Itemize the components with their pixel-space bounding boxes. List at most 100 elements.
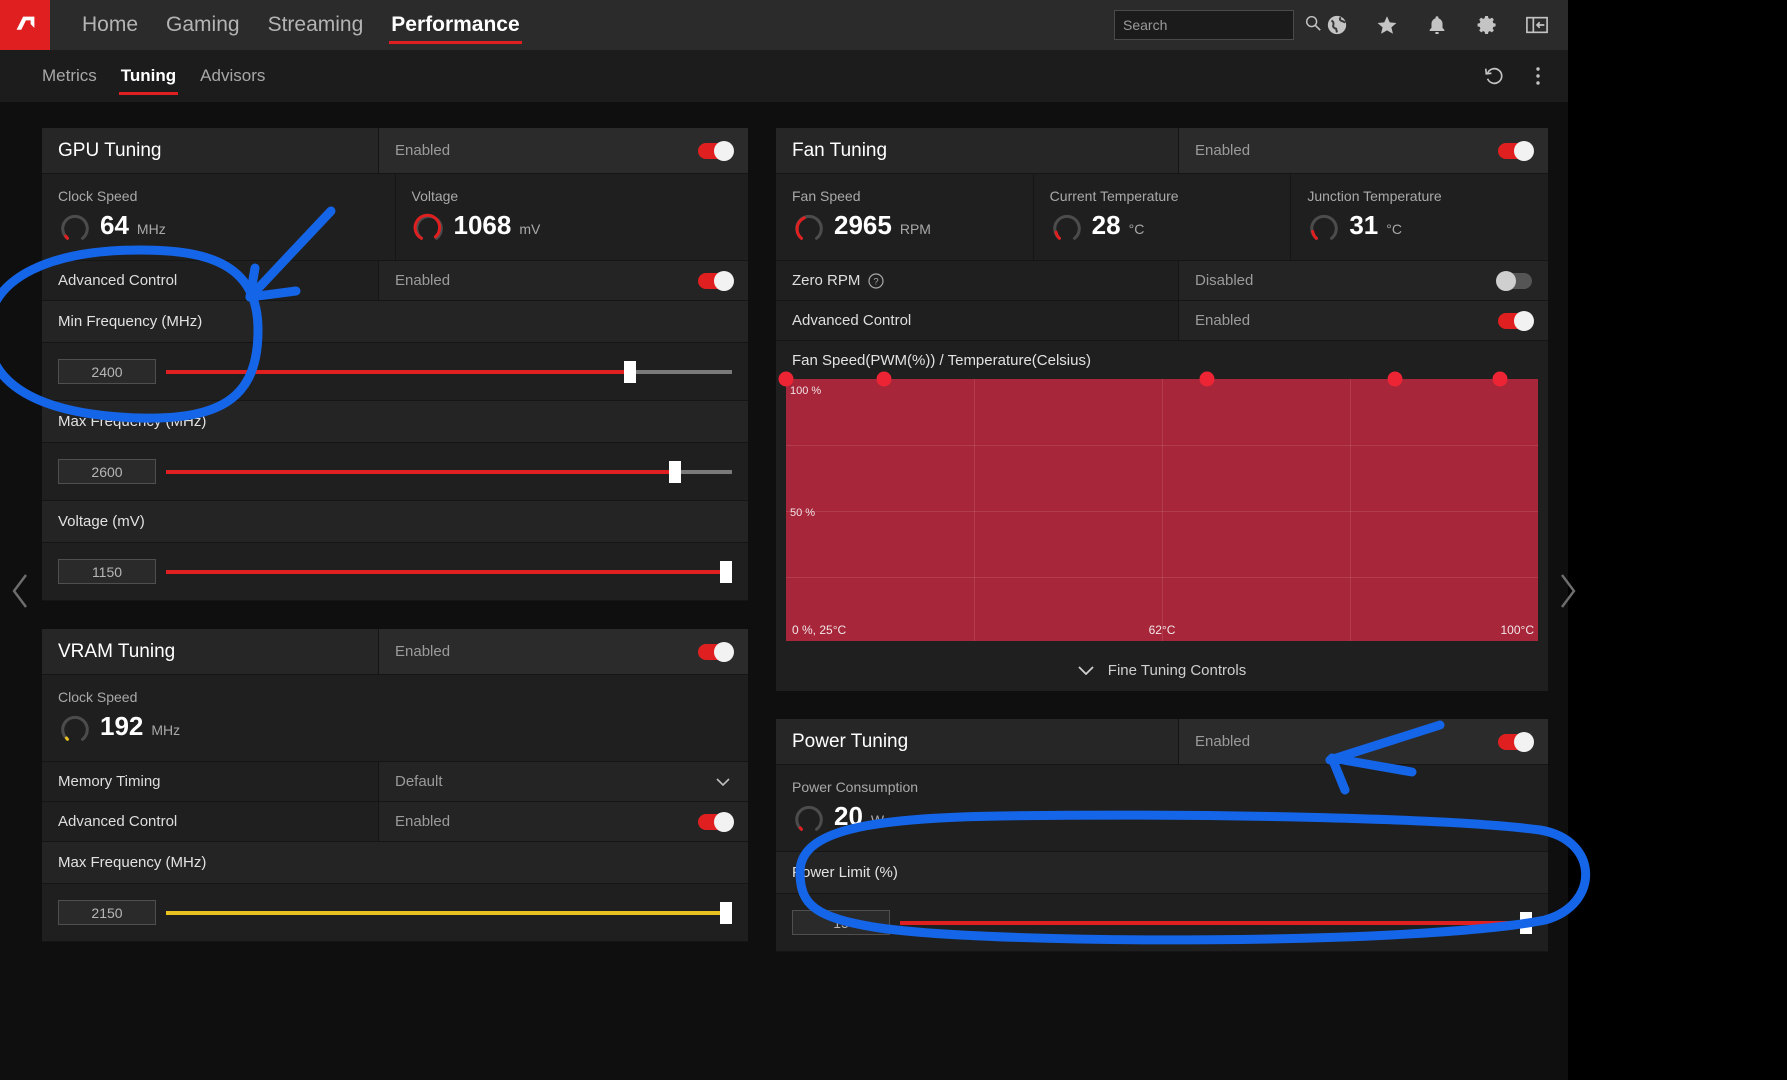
- gpu-max-frequency-track[interactable]: [166, 460, 732, 483]
- fan-advanced-control-label: Advanced Control: [792, 312, 912, 329]
- chart-ytick-50: 50 %: [790, 507, 816, 519]
- vram-clock-speed-metric: Clock Speed 192 MHz: [42, 675, 748, 761]
- gear-icon[interactable]: [1462, 0, 1512, 50]
- bell-icon[interactable]: [1412, 0, 1462, 50]
- junction-temperature-gauge-icon: [1310, 214, 1339, 240]
- top-navigation-bar: Home Gaming Streaming Performance: [0, 0, 1568, 50]
- current-temperature-unit: °C: [1128, 221, 1145, 237]
- gpu-advanced-control-label: Advanced Control: [58, 272, 178, 289]
- toggle-knob: [1514, 310, 1534, 331]
- globe-icon[interactable]: [1312, 0, 1362, 50]
- fan-curve-chart-title: Fan Speed(PWM(%)) / Temperature(Celsius): [776, 341, 1548, 379]
- tab-tuning[interactable]: Tuning: [109, 50, 188, 102]
- secondary-nav-bar: Metrics Tuning Advisors: [0, 50, 1568, 102]
- fan-tuning-status-label: Enabled: [1195, 142, 1251, 159]
- fan-tuning-toggle[interactable]: [1498, 140, 1534, 161]
- kebab-menu-icon[interactable]: [1516, 50, 1560, 102]
- fine-tuning-controls-button[interactable]: Fine Tuning Controls: [776, 649, 1548, 691]
- gpu-clock-speed-metric: Clock Speed 64 MHz: [42, 174, 396, 260]
- undo-reset-icon[interactable]: [1472, 50, 1516, 102]
- vram-max-frequency-handle[interactable]: [720, 901, 733, 924]
- junction-temperature-caption: Junction Temperature: [1307, 188, 1442, 204]
- fan-curve-point[interactable]: [876, 371, 892, 387]
- vram-tuning-status-cell: Enabled: [378, 629, 748, 674]
- vram-memory-timing-select[interactable]: Default: [378, 762, 748, 801]
- fan-advanced-control-row[interactable]: Advanced Control Enabled: [776, 301, 1548, 341]
- search-input[interactable]: [1123, 17, 1304, 33]
- power-limit-value[interactable]: 15: [792, 910, 890, 935]
- fan-advanced-control-toggle[interactable]: [1498, 310, 1534, 331]
- gpu-advanced-control-toggle[interactable]: [698, 270, 734, 291]
- fan-speed-caption: Fan Speed: [792, 188, 861, 204]
- chart-ytick-100: 100 %: [790, 385, 822, 397]
- gpu-min-frequency-track[interactable]: [166, 360, 732, 383]
- vram-memory-timing-label: Memory Timing: [58, 773, 161, 790]
- toggle-knob: [714, 270, 734, 291]
- gpu-voltage-gauge-icon: [413, 213, 443, 240]
- gpu-voltage-track[interactable]: [166, 560, 733, 583]
- nav-item-performance[interactable]: Performance: [377, 0, 533, 50]
- question-circle-icon[interactable]: ?: [868, 272, 884, 289]
- power-tuning-toggle[interactable]: [1498, 731, 1534, 752]
- gpu-voltage-value: 1068: [453, 210, 512, 240]
- chevron-down-icon[interactable]: [716, 777, 730, 786]
- fan-advanced-control-status-cell: Enabled: [1178, 301, 1548, 340]
- search-box[interactable]: [1114, 10, 1321, 40]
- gpu-advanced-control-row[interactable]: Advanced Control Enabled: [42, 261, 748, 301]
- chart-gridline-v: [1162, 379, 1163, 641]
- fan-curve-chart[interactable]: 100 % 50 % 0 %, 25°C 62°C 100°C: [778, 371, 1538, 641]
- gpu-max-frequency-value[interactable]: 2600: [58, 459, 156, 484]
- vram-max-frequency-value[interactable]: 2150: [58, 900, 156, 925]
- vram-advanced-control-row[interactable]: Advanced Control Enabled: [42, 802, 748, 842]
- fan-tuning-header: Fan Tuning Enabled: [776, 128, 1548, 174]
- fan-curve-point[interactable]: [1387, 371, 1403, 387]
- fan-speed-value: 2965: [834, 210, 892, 240]
- gpu-tuning-status-label: Enabled: [395, 142, 451, 159]
- toggle-knob: [714, 641, 734, 662]
- amd-logo-icon[interactable]: [0, 0, 50, 50]
- fan-curve-point[interactable]: [1492, 371, 1508, 387]
- slider-track-fill: [166, 910, 727, 915]
- gpu-min-frequency-handle[interactable]: [624, 360, 637, 383]
- nav-item-home[interactable]: Home: [68, 0, 152, 50]
- vram-tuning-card: VRAM Tuning Enabled Clock Speed 192 MHz …: [42, 629, 748, 942]
- gpu-min-frequency-label: Min Frequency (MHz): [42, 301, 748, 343]
- gpu-tuning-toggle[interactable]: [698, 140, 734, 161]
- toggle-knob: [1514, 140, 1534, 161]
- gpu-voltage-slider-value[interactable]: 1150: [58, 559, 156, 584]
- gpu-voltage-handle[interactable]: [720, 560, 733, 583]
- zero-rpm-row[interactable]: Zero RPM ? Disabled: [776, 261, 1548, 301]
- fan-curve-point[interactable]: [1199, 371, 1215, 387]
- vram-advanced-control-status: Enabled: [395, 813, 451, 830]
- tab-advisors[interactable]: Advisors: [188, 50, 277, 102]
- panel-collapse-icon[interactable]: [1512, 0, 1562, 50]
- chevron-left-icon[interactable]: [10, 571, 32, 611]
- nav-item-streaming[interactable]: Streaming: [254, 0, 378, 50]
- svg-text:?: ?: [874, 276, 879, 287]
- tab-metrics[interactable]: Metrics: [30, 50, 109, 102]
- vram-memory-timing-row[interactable]: Memory Timing Default: [42, 762, 748, 802]
- vram-max-frequency-track[interactable]: [166, 901, 733, 924]
- vram-advanced-control-toggle[interactable]: [698, 811, 734, 832]
- vram-tuning-status-label: Enabled: [395, 643, 451, 660]
- left-column: GPU Tuning Enabled Clock Speed 64 MHz Vo…: [0, 128, 776, 1080]
- fan-speed-unit: RPM: [899, 221, 931, 237]
- chevron-right-icon[interactable]: [1556, 571, 1578, 611]
- junction-temperature-unit: °C: [1386, 221, 1402, 237]
- nav-item-gaming[interactable]: Gaming: [152, 0, 254, 50]
- power-limit-handle[interactable]: [1519, 911, 1532, 934]
- gpu-max-frequency-handle[interactable]: [669, 460, 682, 483]
- vram-clock-speed-caption: Clock Speed: [58, 689, 138, 705]
- fine-tuning-controls-label: Fine Tuning Controls: [1107, 661, 1247, 679]
- star-icon[interactable]: [1362, 0, 1412, 50]
- zero-rpm-toggle[interactable]: [1496, 270, 1532, 291]
- gpu-voltage-slider-row: 1150: [42, 543, 748, 601]
- current-temperature-gauge-icon: [1052, 214, 1081, 240]
- vram-max-frequency-label: Max Frequency (MHz): [42, 842, 748, 884]
- gpu-min-frequency-value[interactable]: 2400: [58, 359, 156, 384]
- power-limit-track[interactable]: [900, 911, 1532, 934]
- fan-speed-metric: Fan Speed 2965 RPM: [776, 174, 1034, 260]
- vram-tuning-toggle[interactable]: [698, 641, 734, 662]
- vram-clock-speed-gauge-icon: [61, 715, 89, 741]
- gpu-tuning-status-cell: Enabled: [378, 128, 748, 173]
